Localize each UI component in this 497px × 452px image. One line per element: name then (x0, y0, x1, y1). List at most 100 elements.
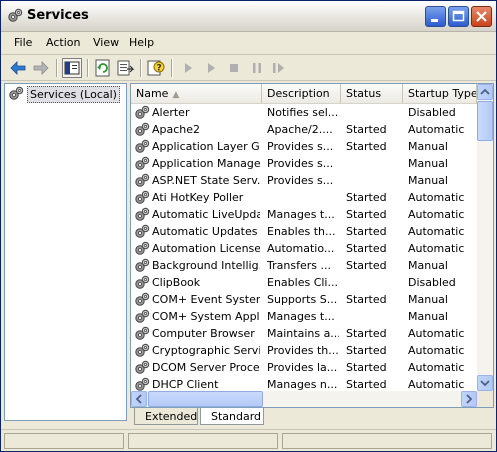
service-name: Automation License ... (152, 242, 260, 255)
service-description: Manages t... (267, 310, 335, 323)
column-header-startup-type[interactable]: Startup Type (403, 84, 477, 103)
service-description: Transfers ... (267, 259, 331, 272)
refresh-icon[interactable] (93, 58, 113, 78)
scroll-left-button[interactable] (131, 391, 147, 407)
service-name: Computer Browser (152, 327, 255, 340)
gears-icon (135, 258, 150, 272)
table-row[interactable]: Cryptographic Servi... Provides th... Star… (131, 342, 477, 359)
forward-icon[interactable] (31, 58, 51, 78)
console-tree: Services (Local) (4, 83, 127, 421)
scroll-right-button[interactable] (461, 391, 477, 407)
service-status: Started (346, 191, 387, 204)
table-row[interactable]: Computer Browser Maintains a... Started Aut… (131, 325, 477, 342)
resume-service-icon[interactable] (270, 58, 290, 78)
table-row[interactable]: DCOM Server Proce... Provides la... Starte… (131, 359, 477, 376)
table-row[interactable]: Automatic LiveUpda... Manages t... Started… (131, 206, 477, 223)
column-header-label: Name (136, 87, 169, 100)
column-header-name[interactable]: Name ▲ (131, 84, 262, 103)
stop-service-icon[interactable] (224, 58, 244, 78)
gears-icon (135, 360, 150, 374)
service-name: ClipBook (152, 276, 201, 289)
column-header-description[interactable]: Description (262, 84, 341, 103)
menu-view[interactable]: View (93, 36, 119, 49)
start-service-icon[interactable] (178, 58, 198, 78)
service-status (346, 155, 401, 172)
gears-icon (135, 224, 150, 238)
service-startup-type: Disabled (408, 276, 456, 289)
service-description: Apache/2.... (267, 123, 333, 136)
column-header-label: Startup Type (408, 87, 477, 100)
horizontal-scrollbar[interactable] (131, 391, 477, 407)
column-header-status[interactable]: Status (341, 84, 403, 103)
service-startup-type: Manual (408, 293, 448, 306)
service-description: Provides s... (267, 140, 334, 153)
service-startup-type: Automatic (408, 361, 465, 374)
table-row[interactable]: Automation License ... Automatio... Starte… (131, 240, 477, 257)
tab-extended[interactable]: Extended (134, 408, 198, 425)
pause-service-icon[interactable] (247, 58, 267, 78)
gears-icon (135, 190, 150, 204)
menu-action[interactable]: Action (46, 36, 80, 49)
tab-standard[interactable]: Standard (200, 408, 264, 425)
close-button[interactable] (471, 6, 492, 27)
service-description: Provides s... (267, 157, 334, 170)
service-description: Provides la... (267, 361, 338, 374)
restart-service-icon[interactable] (201, 58, 221, 78)
status-panel-middle (128, 433, 278, 449)
show-hide-console-tree-button[interactable] (62, 58, 82, 78)
table-row[interactable]: Application Layer G... Provides s... Start… (131, 138, 477, 155)
menu-file[interactable]: File (14, 36, 32, 49)
menu-help[interactable]: Help (129, 36, 154, 49)
toolbar-separator (87, 59, 89, 77)
service-status (346, 104, 401, 121)
gears-icon (135, 377, 150, 391)
table-row[interactable]: COM+ Event System Supports S... Started Man… (131, 291, 477, 308)
scroll-up-button[interactable] (477, 84, 493, 100)
minimize-button[interactable] (425, 6, 446, 27)
table-row[interactable]: ClipBook Enables Cli... Disabled (131, 274, 477, 291)
table-row[interactable]: COM+ System Appli... Manages t... Manual (131, 308, 477, 325)
service-status: Started (346, 361, 387, 374)
horizontal-scroll-thumb[interactable] (148, 391, 263, 407)
maximize-icon (452, 10, 465, 22)
service-startup-type: Manual (408, 140, 448, 153)
close-icon (476, 11, 487, 22)
table-row[interactable]: Automatic Updates Enables th... Started Aut… (131, 223, 477, 240)
table-row[interactable]: Alerter Notifies sel... Disabled (131, 104, 477, 121)
vertical-scroll-thumb[interactable] (477, 101, 493, 141)
service-description (267, 189, 339, 206)
table-row[interactable]: Apache2 Apache/2.... Started Automatic (131, 121, 477, 138)
table-row[interactable]: ASP.NET State Serv... Provides s... Manual (131, 172, 477, 189)
minimize-icon (431, 19, 438, 22)
service-name: COM+ System Appli... (152, 310, 260, 323)
status-panel-left (4, 433, 124, 449)
services-list: Name ▲ Description Status Startup Type Al… (130, 83, 494, 408)
gears-icon (135, 156, 150, 170)
export-list-icon[interactable] (115, 58, 135, 78)
back-icon[interactable] (8, 58, 28, 78)
service-status (346, 274, 401, 291)
vertical-scrollbar[interactable] (477, 84, 493, 391)
scroll-down-button[interactable] (477, 375, 493, 391)
service-startup-type: Manual (408, 174, 448, 187)
service-description: Supports S... (267, 293, 338, 306)
gears-icon (135, 139, 150, 153)
menu-bar: File Action View Help (1, 32, 496, 55)
service-startup-type: Automatic (408, 344, 465, 357)
toolbar-separator (171, 59, 173, 77)
service-status: Started (346, 378, 387, 391)
service-startup-type: Manual (408, 259, 448, 272)
title-bar[interactable]: Services (1, 1, 496, 32)
maximize-button[interactable] (448, 6, 469, 27)
service-startup-type: Automatic (408, 191, 465, 204)
table-row[interactable]: Background Intellig... Transfers ... Start… (131, 257, 477, 274)
table-row[interactable]: DHCP Client Manages n... Started Automatic (131, 376, 477, 392)
service-startup-type: Automatic (408, 378, 465, 391)
table-row[interactable]: Application Manage... Provides s... Manual (131, 155, 477, 172)
service-name: Cryptographic Servi... (152, 344, 260, 357)
service-description: Provides s... (267, 174, 334, 187)
service-status: Started (346, 225, 387, 238)
gears-icon (135, 309, 150, 323)
table-row[interactable]: Ati HotKey Poller Started Automatic (131, 189, 477, 206)
help-icon[interactable]: ? (146, 58, 166, 78)
